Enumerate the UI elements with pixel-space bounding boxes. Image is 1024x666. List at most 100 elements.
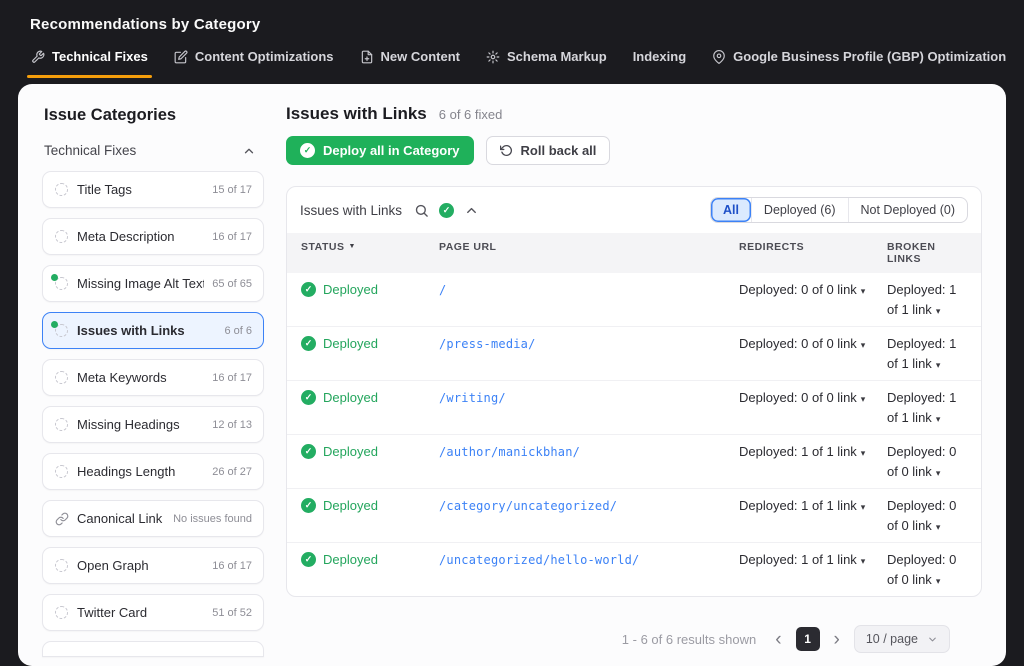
caret-down-icon[interactable]: ▾ <box>936 306 941 316</box>
category-count: 15 of 17 <box>212 184 252 196</box>
check-circle-icon: ✓ <box>300 143 315 158</box>
rollback-icon <box>500 144 513 157</box>
status-cell: ✓ Deployed <box>301 496 439 516</box>
progress-circle-icon <box>54 511 69 526</box>
page-header: Recommendations by Category <box>0 0 1024 45</box>
main-header: Issues with Links 6 of 6 fixed <box>286 104 982 124</box>
caret-down-icon[interactable]: ▾ <box>861 340 866 350</box>
table-row: ✓ Deployed /category/uncategorized/ Depl… <box>287 489 981 543</box>
category-item[interactable]: Title Tags 15 of 17 <box>42 171 264 208</box>
caret-down-icon[interactable]: ▾ <box>861 556 866 566</box>
tab-content-optimizations[interactable]: Content Optimizations <box>173 45 335 78</box>
page-size-select[interactable]: 10 / page <box>854 625 950 653</box>
category-item[interactable]: Missing Headings 12 of 13 <box>42 406 264 443</box>
redirects-cell: Deployed: 1 of 1 link▾ <box>739 442 887 462</box>
page-url-link[interactable]: /press-media/ <box>439 337 536 351</box>
tab-gbp-optimization[interactable]: Google Business Profile (GBP) Optimizati… <box>711 45 1007 78</box>
tab-indexing[interactable]: Indexing <box>632 45 687 78</box>
broken-links-text: Deployed: 1 of 1 link <box>887 390 956 425</box>
deploy-all-button[interactable]: ✓ Deploy all in Category <box>286 136 474 165</box>
panel-title: Issues with Links <box>300 203 402 218</box>
filter-not-deployed[interactable]: Not Deployed (0) <box>848 198 968 222</box>
category-label: Meta Description <box>77 229 204 244</box>
check-circle-icon: ✓ <box>301 336 316 351</box>
caret-down-icon[interactable]: ▾ <box>936 468 941 478</box>
broken-links-cell: Deployed: 0 of 0 link▾ <box>887 442 967 481</box>
category-label: Title Tags <box>77 182 204 197</box>
status-cell: ✓ Deployed <box>301 442 439 462</box>
column-header-status[interactable]: STATUS▼ <box>301 241 439 265</box>
table-row: ✓ Deployed /uncategorized/hello-world/ D… <box>287 543 981 596</box>
page-url-link[interactable]: /writing/ <box>439 391 506 405</box>
progress-circle-icon <box>54 558 69 573</box>
page-url-link[interactable]: /category/uncategorized/ <box>439 499 617 513</box>
sidebar-title: Issue Categories <box>44 106 264 125</box>
redirects-text: Deployed: 0 of 0 link <box>739 282 857 297</box>
category-count: 16 of 17 <box>212 560 252 572</box>
category-item[interactable]: Canonical Link No issues found <box>42 500 264 537</box>
caret-down-icon[interactable]: ▾ <box>861 286 866 296</box>
category-item[interactable] <box>42 641 264 657</box>
page-url-cell: /writing/ <box>439 388 739 408</box>
category-item[interactable]: Twitter Card 51 of 52 <box>42 594 264 631</box>
category-item[interactable]: Meta Description 16 of 17 <box>42 218 264 255</box>
results-summary: 1 - 6 of 6 results shown <box>622 632 756 647</box>
link-icon <box>55 512 69 526</box>
caret-down-icon[interactable]: ▾ <box>936 414 941 424</box>
map-pin-icon <box>712 50 726 64</box>
category-item[interactable]: Meta Keywords 16 of 17 <box>42 359 264 396</box>
check-circle-icon: ✓ <box>301 444 316 459</box>
filter-all[interactable]: All <box>711 198 751 222</box>
broken-links-text: Deployed: 1 of 1 link <box>887 282 956 317</box>
rollback-all-button[interactable]: Roll back all <box>486 136 611 165</box>
caret-down-icon[interactable]: ▾ <box>936 576 941 586</box>
tab-schema-markup[interactable]: Schema Markup <box>485 45 608 78</box>
redirects-text: Deployed: 1 of 1 link <box>739 552 857 567</box>
filter-label: Deployed (6) <box>764 203 836 217</box>
category-item[interactable]: Issues with Links 6 of 6 <box>42 312 264 349</box>
status-text: Deployed <box>323 388 378 408</box>
category-count: 26 of 27 <box>212 466 252 478</box>
progress-circle-icon <box>54 605 69 620</box>
prev-page-button[interactable]: ‹ <box>773 630 783 649</box>
table-row: ✓ Deployed /writing/ Deployed: 0 of 0 li… <box>287 381 981 435</box>
filter-deployed[interactable]: Deployed (6) <box>751 198 848 222</box>
tab-label: New Content <box>381 49 460 64</box>
category-count: 16 of 17 <box>212 231 252 243</box>
current-page[interactable]: 1 <box>796 627 820 651</box>
caret-down-icon[interactable]: ▾ <box>936 522 941 532</box>
tab-technical-fixes[interactable]: Technical Fixes <box>30 45 149 78</box>
category-label: Headings Length <box>77 464 204 479</box>
category-item[interactable]: Missing Image Alt Text 65 of 65 <box>42 265 264 302</box>
tab-label: Technical Fixes <box>52 49 148 64</box>
redirects-cell: Deployed: 0 of 0 link ▾ <box>739 280 887 300</box>
sort-icon[interactable]: ▼ <box>348 243 355 250</box>
chevron-up-icon[interactable] <box>464 203 479 218</box>
caret-down-icon[interactable]: ▾ <box>861 448 866 458</box>
category-item[interactable]: Open Graph 16 of 17 <box>42 547 264 584</box>
caret-down-icon[interactable]: ▾ <box>936 360 941 370</box>
status-text: Deployed <box>323 334 378 354</box>
file-plus-icon <box>360 50 374 64</box>
sidebar-section-technical-fixes[interactable]: Technical Fixes <box>44 143 256 158</box>
category-item[interactable]: Headings Length 26 of 27 <box>42 453 264 490</box>
progress-circle-icon <box>54 229 69 244</box>
page-url-link[interactable]: /author/manickbhan/ <box>439 445 580 459</box>
tab-label: Schema Markup <box>507 49 607 64</box>
broken-links-cell: Deployed: 1 of 1 link▾ <box>887 280 967 319</box>
status-cell: ✓ Deployed <box>301 388 439 408</box>
page-url-link[interactable]: /uncategorized/hello-world/ <box>439 553 639 567</box>
caret-down-icon[interactable]: ▾ <box>861 394 866 404</box>
page-url-link[interactable]: / <box>439 283 446 297</box>
check-circle-icon: ✓ <box>301 390 316 405</box>
caret-down-icon[interactable]: ▾ <box>861 502 866 512</box>
category-count: 12 of 13 <box>212 419 252 431</box>
status-text: Deployed <box>323 442 378 462</box>
section-label: Technical Fixes <box>44 143 136 158</box>
redirects-text: Deployed: 0 of 0 link <box>739 390 857 405</box>
redirects-cell: Deployed: 1 of 1 link ▾ <box>739 550 887 570</box>
tab-new-content[interactable]: New Content <box>359 45 461 78</box>
next-page-button[interactable]: › <box>832 630 842 649</box>
edit-icon <box>174 50 188 64</box>
search-icon[interactable] <box>414 203 429 218</box>
